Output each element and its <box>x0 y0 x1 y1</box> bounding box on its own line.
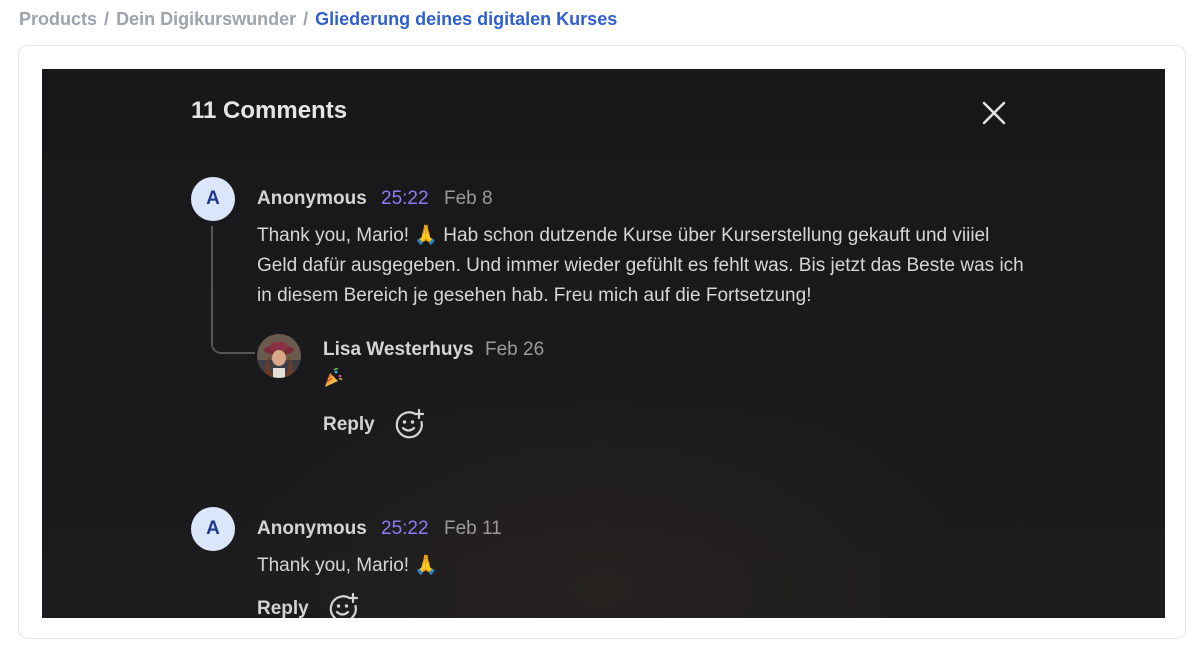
comment-timestamp-link[interactable]: 25:22 <box>381 188 429 210</box>
comment-date: Feb 11 <box>444 518 502 539</box>
reply-button[interactable]: Reply <box>323 414 375 436</box>
breadcrumb-item-products[interactable]: Products <box>19 9 97 29</box>
comment-author: Anonymous <box>257 188 367 209</box>
breadcrumb: Products / Dein Digikurswunder / Glieder… <box>19 9 617 30</box>
breadcrumb-item-course[interactable]: Dein Digikurswunder <box>116 9 296 29</box>
reply-button[interactable]: Reply <box>257 598 309 618</box>
close-icon[interactable] <box>980 99 1008 127</box>
comment-date: Feb 8 <box>444 188 493 209</box>
comment-text: Thank you, Mario! 🙏 <box>257 555 439 576</box>
breadcrumb-current: Gliederung deines digitalen Kurses <box>315 9 618 29</box>
avatar: A <box>191 507 235 551</box>
comments-title: 11 Comments <box>191 97 348 124</box>
comment-author: Anonymous <box>257 518 367 539</box>
comments-overlay: 11 Comments A Anonymous 25:22 Feb 8 Than… <box>42 69 1165 618</box>
avatar <box>257 334 301 378</box>
reply-date: Feb 26 <box>485 339 545 360</box>
breadcrumb-separator: / <box>303 9 309 29</box>
breadcrumb-separator: / <box>104 9 110 29</box>
party-popper-icon <box>322 367 344 389</box>
comment-text: Thank you, Mario! 🙏 Hab schon dutzende K… <box>257 225 1024 306</box>
add-reaction-icon[interactable] <box>327 592 359 618</box>
add-reaction-icon[interactable] <box>393 408 425 440</box>
reply-author: Lisa Westerhuys <box>323 339 474 360</box>
thread-connector <box>211 226 255 354</box>
comment-timestamp-link[interactable]: 25:22 <box>381 518 429 540</box>
avatar: A <box>191 177 235 221</box>
